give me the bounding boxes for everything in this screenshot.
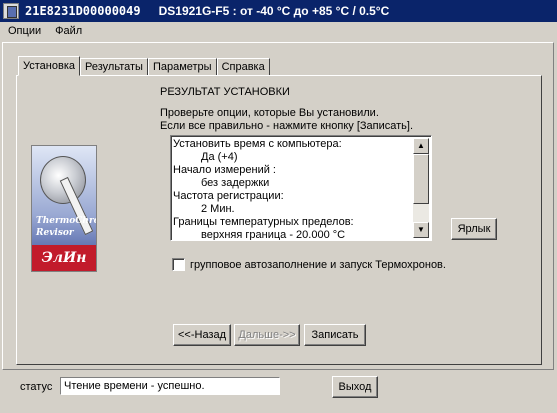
tab-setup[interactable]: Установка: [18, 56, 80, 76]
status-label: статус: [20, 381, 53, 393]
logo-text-revisor: Revisor: [36, 228, 74, 238]
tab-parameters[interactable]: Параметры: [147, 58, 217, 76]
status-field: Чтение времени - успешно.: [60, 377, 280, 395]
scroll-thumb[interactable]: [413, 154, 429, 204]
summary-line: Да (+4): [201, 151, 238, 163]
menu-file[interactable]: Файл: [47, 25, 88, 37]
thermochron-logo: ThermoChron Revisor ЭлИн: [31, 145, 97, 272]
logo-text-thermochron: ThermoChron: [36, 216, 96, 226]
summary-line: Границы температурных пределов:: [173, 216, 354, 228]
app-icon[interactable]: [3, 3, 19, 19]
scroll-down-arrow-icon[interactable]: ▼: [413, 222, 429, 238]
tab-help[interactable]: Справка: [216, 58, 270, 76]
autofill-label: групповое автозаполнение и запуск Термох…: [190, 258, 446, 271]
scroll-up-arrow-icon[interactable]: ▲: [413, 138, 429, 154]
summary-line: верхняя граница - 20.000 °С: [201, 229, 346, 241]
page-title: РЕЗУЛЬТАТ УСТАНОВКИ: [160, 86, 290, 98]
next-button[interactable]: Дальше->>: [234, 324, 300, 346]
exit-button[interactable]: Выход: [332, 376, 378, 398]
summary-line: без задержки: [201, 177, 270, 189]
vertical-scrollbar[interactable]: ▲ ▼: [413, 138, 429, 238]
instruction-line-2: Если все правильно - нажмите кнопку [Зап…: [160, 120, 413, 132]
back-button[interactable]: <<-Назад: [173, 324, 231, 346]
tab-results[interactable]: Результаты: [80, 58, 148, 76]
summary-lines: Установить время с компьютера: Да (+4) Нач…: [173, 138, 413, 241]
write-button[interactable]: Записать: [304, 324, 366, 346]
device-id: 21E8231D00000049: [25, 4, 141, 18]
summary-line: 2 Мин.: [201, 203, 235, 215]
settings-summary-list[interactable]: Установить время с компьютера: Да (+4) Нач…: [170, 135, 432, 241]
title-bar[interactable]: 21E8231D00000049 DS1921G-F5 : от -40 °С …: [0, 0, 557, 22]
autofill-option[interactable]: групповое автозаполнение и запуск Термох…: [172, 258, 446, 271]
shortcut-button[interactable]: Ярлык: [451, 218, 497, 240]
summary-line: Начало измерений :: [173, 164, 276, 176]
instruction-line-1: Проверьте опции, которые Вы установили.: [160, 107, 379, 119]
elin-brand-logo: ЭлИн: [32, 245, 96, 271]
autofill-checkbox[interactable]: [172, 258, 185, 271]
tab-strip: Установка Результаты Параметры Справка: [18, 56, 270, 76]
summary-line: Частота регистрации:: [173, 190, 284, 202]
menu-bar: Опции Файл: [0, 22, 557, 40]
summary-line: Установить время с компьютера:: [173, 138, 342, 150]
device-description: DS1921G-F5 : от -40 °С до +85 °С / 0.5°С: [158, 4, 390, 18]
menu-options[interactable]: Опции: [0, 25, 47, 37]
